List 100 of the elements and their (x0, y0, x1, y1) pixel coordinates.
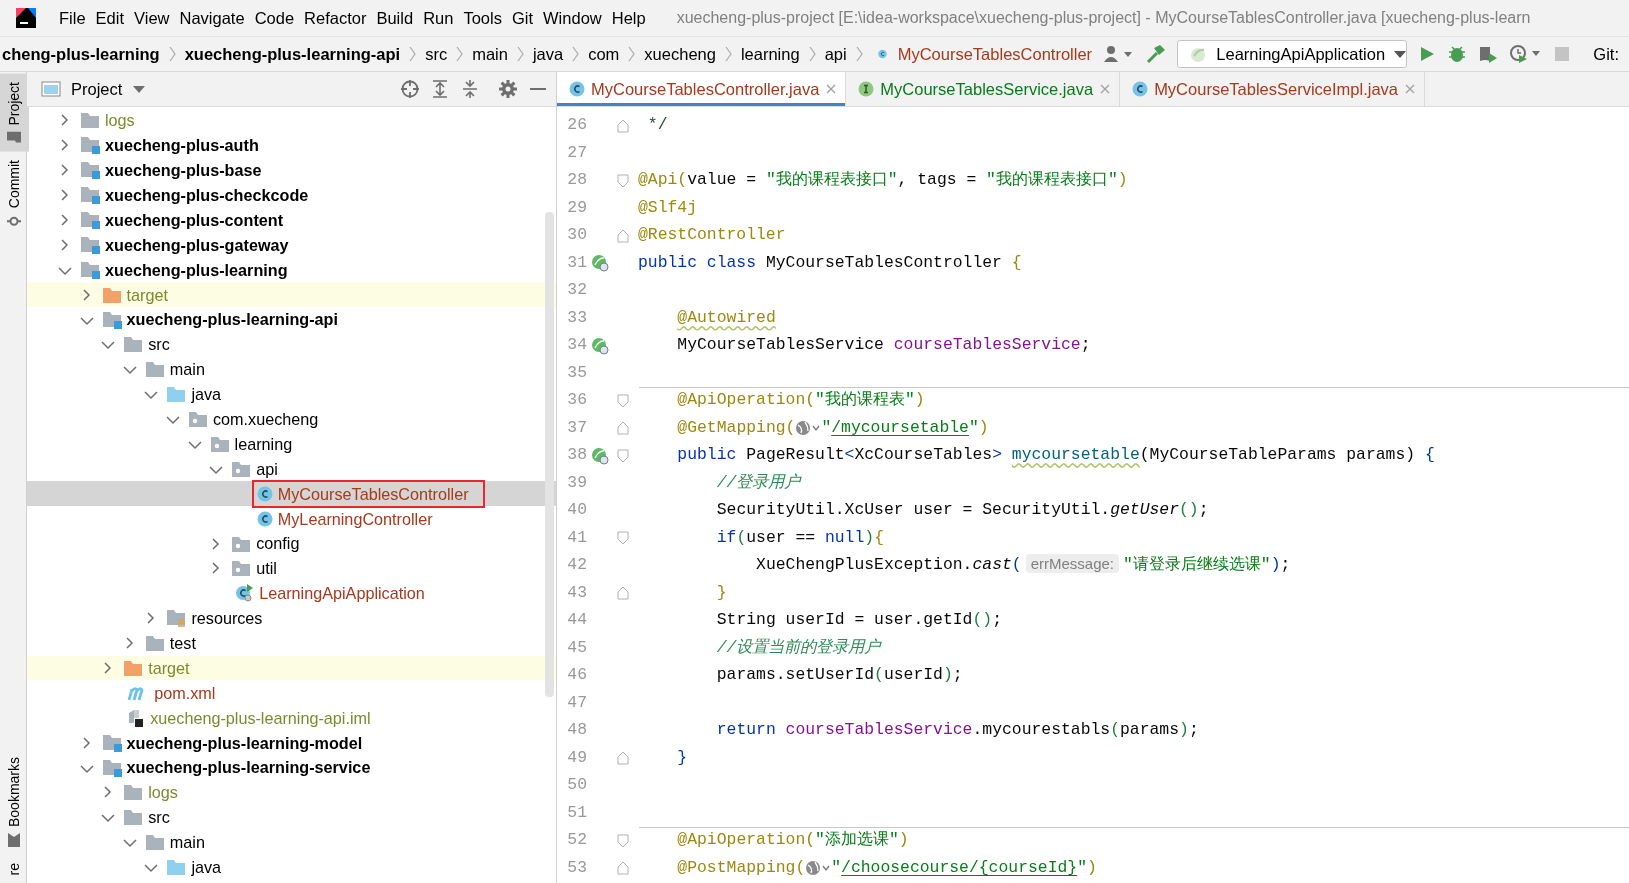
menu-item[interactable]: Code (249, 5, 300, 31)
caret-icon[interactable] (132, 84, 147, 94)
breadcrumb-item[interactable]: MyCourseTablesController (869, 41, 1095, 67)
folder-icon (123, 336, 144, 353)
folder-icon (166, 386, 187, 403)
line-number: 39 (566, 471, 587, 494)
module-folder-icon (101, 733, 122, 752)
breadcrumb-item[interactable]: com (586, 41, 622, 67)
resources-folder-icon (166, 609, 187, 628)
code-line: @Autowired (676, 306, 776, 329)
folder-icon (166, 859, 187, 876)
interface-icon (858, 81, 875, 97)
menu-item[interactable]: Tools (458, 5, 507, 31)
expand-all-icon[interactable] (430, 79, 450, 99)
close-icon[interactable] (825, 83, 838, 95)
menu-item[interactable]: Window (538, 5, 607, 31)
code-line: SecurityUtil.XcUser user = SecurityUtil.getUser(); (715, 499, 1209, 522)
chevron-icon (455, 45, 465, 63)
module-folder-icon (101, 310, 122, 329)
line-number: 27 (566, 141, 587, 164)
line-number: 37 (566, 416, 587, 439)
line-number: 46 (566, 664, 587, 687)
menu-item[interactable]: Navigate (174, 5, 250, 31)
line-number: 50 (566, 774, 587, 797)
scrollbar-thumb[interactable] (545, 212, 554, 697)
breadcrumb-item[interactable]: src (423, 41, 450, 67)
close-icon[interactable] (1099, 83, 1112, 95)
breadcrumb-item[interactable]: xuecheng-plus-learning-api (182, 41, 403, 67)
collapse-all-icon[interactable] (460, 79, 480, 99)
chevron-icon (627, 45, 637, 63)
menu-item[interactable]: File (54, 5, 91, 31)
tree-item[interactable]: MyCourseTablesController (251, 479, 485, 508)
line-number: 28 (566, 169, 587, 192)
menu-item[interactable]: Build (371, 5, 419, 31)
bookmark-icon (7, 832, 22, 847)
menu-item[interactable]: Edit (90, 5, 130, 31)
editor-tab[interactable]: MyCourseTablesServiceImpl.java (1120, 72, 1426, 106)
folder-icon (144, 361, 165, 378)
class-icon (256, 485, 273, 502)
line-number: 30 (566, 224, 587, 247)
breadcrumb-item[interactable]: learning (738, 41, 802, 67)
class-icon (1132, 81, 1149, 97)
folder-icon (101, 286, 122, 303)
chevron-icon (167, 45, 177, 63)
breadcrumb-item[interactable]: xuecheng (642, 41, 718, 67)
menu-item[interactable]: View (129, 5, 175, 31)
line-number: 41 (566, 526, 587, 549)
menu-item[interactable]: Refactor (299, 5, 372, 31)
window-title: xuecheng-plus-project [E:\idea-workspace\xuecheng-plus-project] - MyCourseTablesController.java [xuecheng-plus-learn (676, 8, 1531, 28)
folder-icon (80, 112, 100, 129)
line-number: 51 (566, 801, 587, 824)
globe-dropdown-icon[interactable] (805, 859, 832, 876)
code-line: String userId = user.getId(); (715, 609, 1002, 632)
class-icon (256, 510, 273, 527)
tool-window-button[interactable]: Commit (0, 151, 29, 236)
breadcrumb-item[interactable]: cheng-plus-learning (0, 41, 162, 67)
bean-icon[interactable] (591, 254, 609, 273)
package-icon (231, 460, 252, 477)
line-number: 34 (566, 334, 587, 357)
module-folder-icon (80, 186, 100, 205)
line-number: 36 (566, 389, 587, 412)
application-class-icon (235, 584, 255, 603)
chevron-icon (807, 45, 817, 63)
editor-tab[interactable]: MyCourseTablesController.java (557, 72, 847, 106)
breadcrumb-item[interactable]: main (470, 41, 510, 67)
tool-window-button[interactable]: Bookmarks (0, 748, 29, 855)
module-folder-icon (80, 136, 100, 155)
breadcrumb-item[interactable]: java (530, 41, 566, 67)
debug-icon[interactable] (1447, 44, 1468, 64)
line-number: 35 (566, 361, 587, 384)
line-number: 47 (566, 691, 587, 714)
caret-icon (1393, 49, 1408, 59)
code-line: @Api(value = "我的课程表接口", tags = "我的课程表接口") (638, 169, 1128, 192)
chevron-icon (571, 45, 581, 63)
menu-item[interactable]: Git (506, 5, 539, 31)
package-icon (188, 411, 208, 428)
bean-icon[interactable] (591, 336, 609, 355)
panel-title: Project (71, 78, 123, 100)
locate-icon[interactable] (400, 79, 420, 99)
tool-window-button[interactable]: re (0, 854, 29, 883)
folder-icon (123, 784, 144, 801)
editor-tab[interactable]: MyCourseTablesService.java (846, 72, 1121, 106)
menu-item[interactable]: Help (606, 5, 651, 31)
code-line: MyCourseTablesService courseTablesService; (676, 334, 1091, 357)
class-icon (569, 81, 585, 97)
package-icon (209, 436, 230, 452)
chevron-icon (723, 45, 733, 63)
code-line: @Slf4j (638, 196, 698, 219)
bean-icon[interactable] (591, 446, 609, 465)
close-icon[interactable] (1404, 83, 1417, 95)
menu-item[interactable]: Run (418, 5, 459, 31)
module-folder-icon (101, 758, 122, 777)
module-folder-icon (80, 211, 100, 229)
code-line: XueChengPlusException.cast( errMessage: "请登录后继续选课"); (755, 553, 1291, 577)
tool-window-button[interactable]: Project (0, 74, 29, 152)
globe-dropdown-icon[interactable] (795, 419, 822, 436)
run-configuration-dropdown[interactable]: LearningApiApplication (1177, 40, 1408, 68)
breadcrumb-item[interactable]: api (822, 41, 849, 67)
hammer-icon[interactable] (1145, 43, 1168, 65)
settings-icon[interactable] (498, 79, 518, 99)
